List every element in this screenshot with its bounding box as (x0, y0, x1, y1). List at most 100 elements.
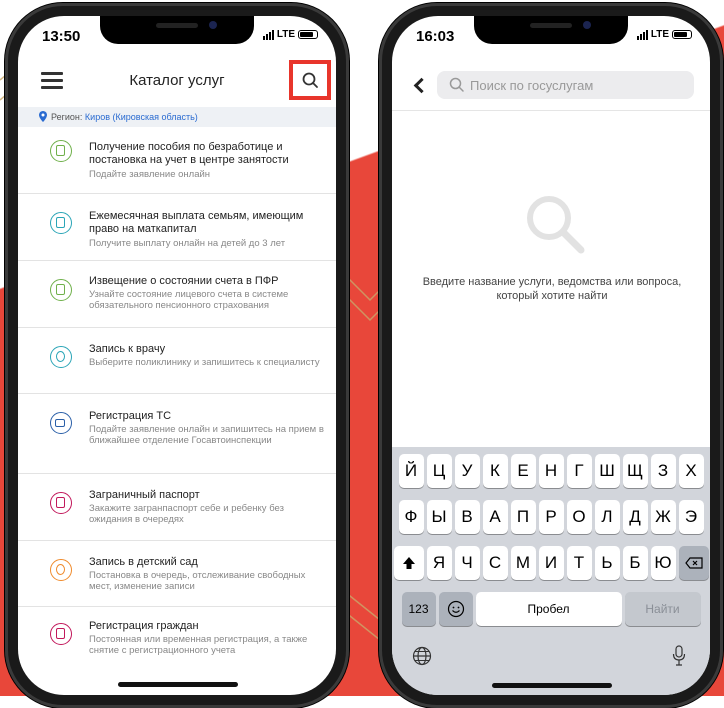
service-item-matcapital[interactable]: Ежемесячная выплата семьям, имеющим прав… (18, 194, 336, 261)
service-desc: Выберите поликлинику и запишитесь к спец… (89, 357, 320, 368)
key[interactable]: Й (398, 454, 424, 488)
house-icon (50, 623, 72, 645)
key[interactable]: Н (538, 454, 564, 488)
kindergarten-icon (50, 559, 72, 581)
emoji-key[interactable] (438, 592, 473, 626)
header: Каталог услуг (18, 60, 336, 104)
key[interactable]: Ч (454, 546, 480, 580)
key[interactable]: Э (678, 500, 704, 534)
status-indicators: LTE (636, 29, 692, 40)
key[interactable]: Е (510, 454, 536, 488)
status-time: 16:03 (416, 28, 455, 45)
shift-icon (402, 557, 415, 569)
phone-right: 16:03 LTE Поиск по госуслугам Введите на… (379, 3, 723, 708)
backspace-key[interactable] (678, 546, 709, 580)
service-title: Регистрация ТС (89, 410, 172, 422)
key[interactable]: Я (426, 546, 452, 580)
service-title: Запись в детский сад (89, 556, 198, 568)
service-item-passport[interactable]: Заграничный паспорт Закажите загранпаспо… (18, 474, 336, 541)
empty-search-icon (527, 196, 585, 254)
search-screen: 16:03 LTE Поиск по госуслугам Введите на… (392, 16, 710, 695)
key[interactable]: К (482, 454, 508, 488)
search-bar: Поиск по госуслугам (392, 66, 710, 111)
key[interactable]: З (650, 454, 676, 488)
service-item-unemployment[interactable]: Получение пособия по безработице и поста… (18, 130, 336, 194)
service-title: Заграничный паспорт (89, 489, 200, 501)
service-desc: Постоянная или временная регистрация, а … (89, 634, 308, 656)
key[interactable]: Т (566, 546, 592, 580)
key[interactable]: Ш (594, 454, 620, 488)
key[interactable]: Щ (622, 454, 648, 488)
region-value[interactable]: Киров (Кировская область) (85, 112, 198, 122)
service-title: Запись к врачу (89, 343, 166, 355)
battery-icon (672, 30, 692, 39)
service-item-kindergarten[interactable]: Запись в детский сад Постановка в очеред… (18, 541, 336, 607)
key[interactable]: Ь (594, 546, 620, 580)
empty-state-message: Введите название услуги, ведомства или в… (422, 276, 682, 302)
service-item-vehicle[interactable]: Регистрация ТС Подайте заявление онлайн … (18, 394, 336, 474)
key[interactable]: Ж (650, 500, 676, 534)
search-placeholder: Поиск по госуслугам (470, 78, 594, 93)
service-desc: Получите выплату онлайн на детей до 3 ле… (89, 238, 286, 249)
key[interactable]: Р (538, 500, 564, 534)
calculator-icon (50, 212, 72, 234)
service-item-pfr[interactable]: Извещение о состоянии счета в ПФР Узнайт… (18, 261, 336, 328)
key[interactable]: В (454, 500, 480, 534)
numbers-key[interactable]: 123 (401, 592, 436, 626)
emoji-icon (447, 600, 464, 618)
key[interactable]: Г (566, 454, 592, 488)
service-desc: Подайте заявление онлайн (89, 169, 211, 180)
key[interactable]: Ф (398, 500, 424, 534)
service-item-registration[interactable]: Регистрация граждан Постоянная или време… (18, 607, 336, 673)
key[interactable]: Ц (426, 454, 452, 488)
network-type: LTE (276, 29, 295, 40)
notch (474, 16, 628, 44)
globe-icon[interactable] (412, 646, 432, 666)
key[interactable]: С (482, 546, 508, 580)
key[interactable]: Ю (650, 546, 676, 580)
key[interactable]: П (510, 500, 536, 534)
key[interactable]: Б (622, 546, 648, 580)
region-bar[interactable]: Регион: Киров (Кировская область) (18, 107, 336, 127)
search-input[interactable]: Поиск по госуслугам (437, 71, 694, 99)
key[interactable]: И (538, 546, 564, 580)
service-title: Регистрация граждан (89, 620, 199, 632)
service-title: Получение пособия по безработице и поста… (89, 141, 289, 166)
status-indicators: LTE (262, 29, 318, 40)
keyboard-row-2: Ф Ы В А П Р О Л Д Ж Э (392, 500, 710, 534)
edit-document-icon (50, 279, 72, 301)
key[interactable]: А (482, 500, 508, 534)
service-desc: Узнайте состояние лицевого счета в систе… (89, 289, 289, 311)
key[interactable]: У (454, 454, 480, 488)
network-type: LTE (650, 29, 669, 40)
keyboard: Й Ц У К Е Н Г Ш Щ З Х Ф Ы В А П Р О Л Д … (392, 447, 710, 695)
key[interactable]: Л (594, 500, 620, 534)
car-icon (50, 412, 72, 434)
services-list: Получение пособия по безработице и поста… (18, 130, 336, 673)
key[interactable]: Х (678, 454, 704, 488)
region-label: Регион: (51, 112, 83, 122)
home-indicator[interactable] (118, 682, 238, 687)
search-icon (449, 77, 464, 92)
key[interactable]: Ы (426, 500, 452, 534)
service-item-doctor[interactable]: Запись к врачу Выберите поликлинику и за… (18, 328, 336, 394)
location-pin-icon (39, 111, 47, 122)
microphone-icon[interactable] (672, 645, 686, 667)
phone-left: 13:50 LTE Каталог услуг Регион: Киров (К… (5, 3, 349, 708)
passport-icon (50, 492, 72, 514)
shift-key[interactable] (393, 546, 424, 580)
key[interactable]: М (510, 546, 536, 580)
search-button[interactable] (289, 60, 331, 100)
service-title: Извещение о состоянии счета в ПФР (89, 275, 279, 287)
search-go-key[interactable]: Найти (624, 592, 701, 626)
service-desc: Постановка в очередь, отслеживание свобо… (89, 570, 306, 592)
back-chevron-icon[interactable] (413, 77, 430, 94)
service-title: Ежемесячная выплата семьям, имеющим прав… (89, 210, 304, 235)
search-icon (302, 72, 318, 88)
space-key[interactable]: Пробел (475, 592, 622, 626)
home-indicator[interactable] (492, 683, 612, 688)
key[interactable]: О (566, 500, 592, 534)
key[interactable]: Д (622, 500, 648, 534)
signal-icon (636, 29, 648, 40)
document-icon (50, 140, 72, 162)
